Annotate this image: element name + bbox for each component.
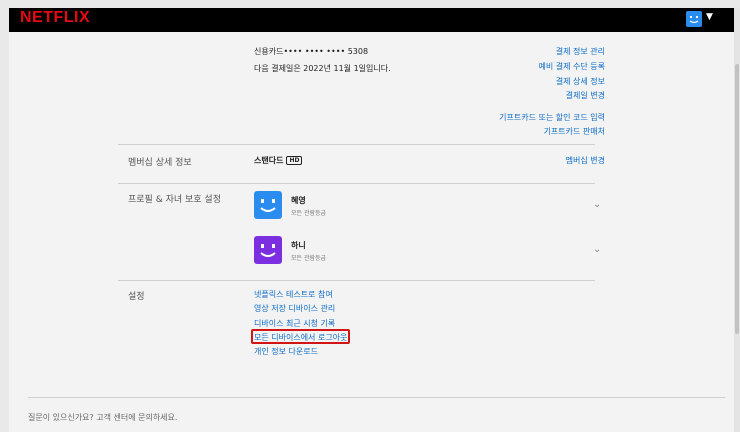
plan-text: 스탠다드 [254,156,284,165]
help-text: 질문이 있으신가요? 고객 센터에 문의하세요. [28,413,178,422]
profile-rating: 모든 관람등급 [291,255,327,262]
change-billing-date-link[interactable]: 결제일 변경 [566,90,605,101]
payment-details-link[interactable]: 결제 상세 정보 [556,76,605,87]
profile-name: 하니 [291,241,306,250]
card-masked: •••• •••• •••• 5308 [283,47,369,56]
section-divider [118,183,595,184]
profile-avatar-icon[interactable] [254,236,282,264]
netflix-logo[interactable]: NETFLIX [20,9,90,27]
recent-device-activity-link[interactable]: 디바이스 최근 시청 기록 [254,318,335,329]
card-label: 신용카드 [254,47,284,56]
profile-name: 혜영 [291,196,306,205]
settings-section-label: 설정 [128,292,145,302]
scrollbar-thumb[interactable] [735,64,739,334]
download-personal-info-link[interactable]: 개인 정보 다운로드 [254,346,318,357]
chevron-down-icon[interactable]: ⌄ [593,244,601,255]
chevron-down-icon[interactable]: ⌄ [593,199,601,210]
next-payment-text: 다음 결제일은 2022년 11월 1일입니다. [254,64,391,73]
caret-down-icon[interactable]: ▼ [706,12,713,22]
test-participation-link[interactable]: 넷플릭스 테스트로 참여 [254,289,333,300]
change-plan-link[interactable]: 멤버십 변경 [566,155,605,166]
hd-badge: HD [286,156,303,165]
profiles-section-label: 프로필 & 자녀 보호 설정 [128,195,221,205]
highlight-box [251,329,350,344]
plan-name: 스탠다드 HD [254,155,303,166]
top-nav: NETFLIX ▼ [9,8,734,32]
section-divider [118,280,595,281]
gift-card-store-link[interactable]: 기프트카드 판매처 [544,126,605,137]
add-backup-payment-link[interactable]: 예비 결제 수단 등록 [538,61,605,72]
card-info: 신용카드•••• •••• •••• 5308 [254,46,368,57]
profile-rating: 모든 관람등급 [291,210,327,217]
footer-divider [28,397,725,398]
manage-payment-link[interactable]: 결제 정보 관리 [556,46,605,57]
profile-avatar-icon[interactable] [254,191,282,219]
section-divider [118,144,595,145]
membership-section-label: 멤버십 상세 정보 [128,158,192,168]
scrollbar[interactable] [734,8,740,432]
redeem-gift-code-link[interactable]: 기프트카드 또는 할인 코드 입력 [499,112,605,123]
download-devices-link[interactable]: 영상 저장 디바이스 관리 [254,303,335,314]
smile-face-icon[interactable] [686,11,702,27]
